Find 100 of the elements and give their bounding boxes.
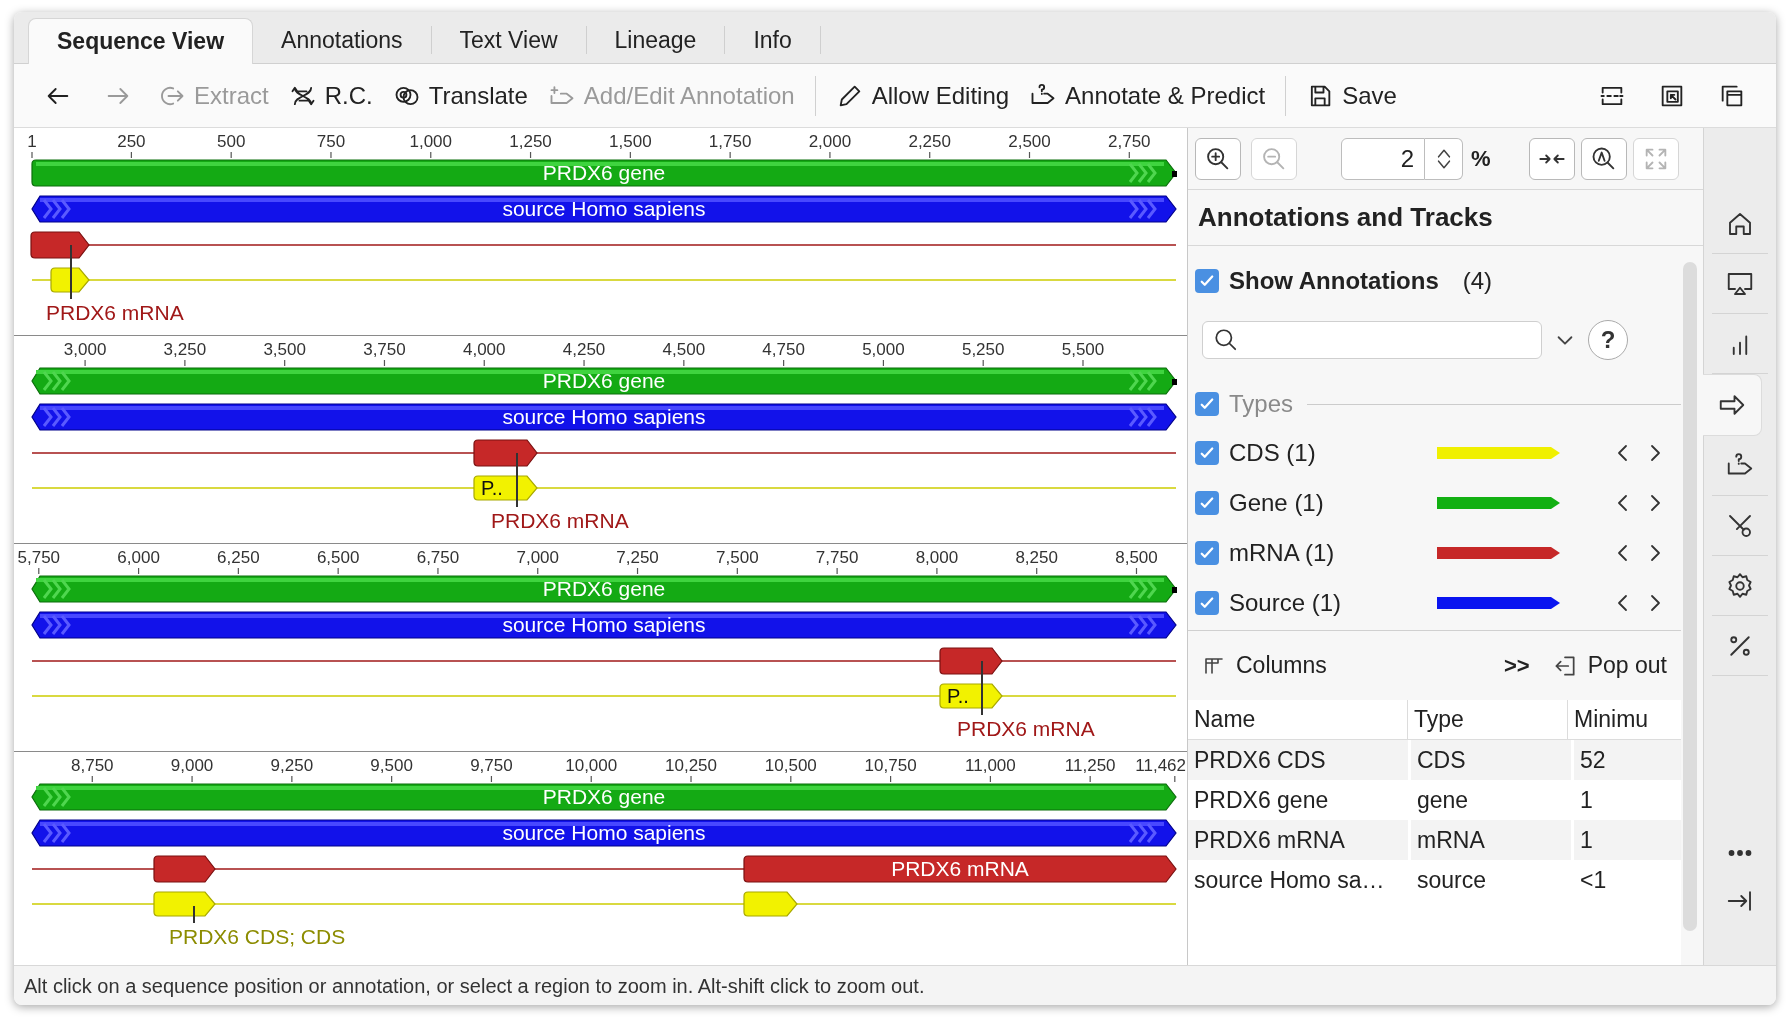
group-label: Types xyxy=(1229,389,1294,419)
checkbox[interactable] xyxy=(1195,541,1219,565)
checkbox[interactable] xyxy=(1195,392,1219,416)
ruler-tick-label: 1 xyxy=(27,132,37,151)
table-cell-text: PRDX6 gene xyxy=(1193,785,1330,815)
help-button[interactable]: ? xyxy=(1588,320,1628,360)
table-cell: PRDX6 CDS xyxy=(1188,740,1408,780)
ruler-tick-label: 8,500 xyxy=(1115,548,1158,567)
ruler-tick-label: 6,750 xyxy=(416,548,460,567)
arrow-right-button[interactable] xyxy=(1703,374,1762,436)
feature-label: source Homo sapiens xyxy=(502,613,706,636)
checkbox-label: Gene (1) xyxy=(1229,488,1325,518)
table-cell: 52 xyxy=(1574,740,1681,780)
mrna-feature-block[interactable] xyxy=(30,231,90,259)
ruler-tick-label: 3,750 xyxy=(363,340,406,359)
ruler-tick-label: 11,000 xyxy=(965,756,1016,775)
ruler-tick-label: 2,250 xyxy=(908,132,951,151)
checkbox[interactable] xyxy=(1195,441,1219,465)
ruler-tick-label: 10,500 xyxy=(764,756,817,775)
tab[interactable]: Lineage xyxy=(586,17,725,63)
percent-label: % xyxy=(1471,145,1491,173)
tab[interactable]: Text View xyxy=(431,17,586,63)
feature-label: PRDX6 gene xyxy=(542,577,666,600)
table-cell: 1 xyxy=(1574,820,1681,860)
ruler-tick-label: 500 xyxy=(217,132,246,151)
column-header[interactable]: Type xyxy=(1408,700,1568,739)
zoom-in-button[interactable] xyxy=(1195,137,1241,180)
more-button[interactable]: >> xyxy=(1504,649,1530,682)
predict-button[interactable]: Annotate & Predict xyxy=(1019,73,1276,118)
checkbox-label: CDS (1) xyxy=(1229,438,1317,468)
status-text: Alt click on a sequence position or annotation, or select a region to zoom in. Alt-shift click to zoom out. xyxy=(24,973,925,999)
column-header[interactable]: Name xyxy=(1188,700,1408,739)
source-feature-bar[interactable] xyxy=(31,195,1177,223)
ruler-tick-label: 10,250 xyxy=(665,756,717,775)
spinner-button[interactable] xyxy=(1425,137,1463,180)
zoom-selection-button[interactable] xyxy=(1580,137,1627,180)
cds-feature-block[interactable] xyxy=(939,683,1003,709)
ruler-tick-label: 7,000 xyxy=(516,548,559,567)
ruler-tick-label: 6,500 xyxy=(316,548,360,567)
gene-feature-bar[interactable] xyxy=(31,575,1177,603)
mrna-feature-block[interactable] xyxy=(743,855,1177,883)
tab[interactable]: Sequence View xyxy=(28,18,254,64)
rc-button[interactable]: R.C. xyxy=(278,73,383,118)
leader-line xyxy=(193,905,195,924)
tab[interactable]: Info xyxy=(725,17,820,63)
feature-label: source Homo sapiens xyxy=(502,197,706,220)
leader-line xyxy=(981,660,983,716)
callout-label: PRDX6 mRNA xyxy=(957,717,1095,740)
ruler-tick-label: 3,500 xyxy=(263,340,306,359)
table-cell-text: gene xyxy=(1416,785,1470,815)
zoom-level-field[interactable]: 2 xyxy=(1341,137,1425,180)
table-cell-text: <1 xyxy=(1579,865,1608,895)
collapse-button[interactable] xyxy=(1528,137,1575,180)
ruler-tick-label: 2,500 xyxy=(1008,132,1051,151)
search-field[interactable] xyxy=(1202,321,1542,359)
table-cell: PRDX6 mRNA xyxy=(1188,820,1408,860)
gene-feature-bar[interactable] xyxy=(31,159,1177,187)
source-feature-bar[interactable] xyxy=(31,819,1177,847)
cds-feature-block[interactable] xyxy=(473,475,538,501)
mrna-feature-block[interactable] xyxy=(473,439,538,467)
table-cell: CDS xyxy=(1411,740,1571,780)
source-feature-bar[interactable] xyxy=(31,611,1177,639)
cds-feature-block[interactable] xyxy=(50,267,90,293)
checkbox[interactable] xyxy=(1195,591,1219,615)
ruler-tick-label: 9,750 xyxy=(470,756,513,775)
pop-out-button[interactable]: Pop out xyxy=(1551,648,1667,683)
save-button[interactable]: Save xyxy=(1296,73,1407,118)
checkbox[interactable] xyxy=(1195,491,1219,515)
ruler-tick-label: 250 xyxy=(117,132,146,151)
ruler-tick-label: 8,000 xyxy=(915,548,959,567)
ruler-tick-label: 9,000 xyxy=(170,756,214,775)
translate-button[interactable]: Translate xyxy=(382,73,538,118)
ruler-tick-label: 750 xyxy=(316,132,346,151)
gene-feature-bar[interactable] xyxy=(31,783,1177,811)
feature-label: PRDX6 gene xyxy=(542,161,666,184)
ruler-tick-label: 6,000 xyxy=(117,548,160,567)
ruler-tick-label: 8,250 xyxy=(1015,548,1058,567)
mrna-feature-block[interactable] xyxy=(939,647,1003,675)
checkbox-label: Show Annotations xyxy=(1229,266,1439,296)
ruler-tick-label: 10,000 xyxy=(565,756,618,775)
column-header[interactable]: Minimu xyxy=(1568,700,1681,739)
leader-line xyxy=(516,452,518,508)
scrollbar[interactable] xyxy=(1683,262,1697,931)
ruler-tick-label: 9,500 xyxy=(370,756,413,775)
ruler-tick-label: 1,250 xyxy=(509,132,552,151)
gene-feature-bar[interactable] xyxy=(31,367,1177,395)
tab[interactable]: Annotations xyxy=(253,17,431,63)
edit-button[interactable]: Allow Editing xyxy=(825,73,1020,118)
feature-label: P.. xyxy=(481,477,503,499)
table-cell-text: 1 xyxy=(1579,785,1594,815)
checkbox[interactable] xyxy=(1195,269,1219,293)
search-icon xyxy=(1213,327,1239,353)
columns-button[interactable]: Columns xyxy=(1202,648,1327,683)
callout-label: PRDX6 CDS; CDS xyxy=(169,925,346,948)
ruler-tick-label: 10,750 xyxy=(864,756,917,775)
table-cell: mRNA xyxy=(1411,820,1571,860)
ruler-tick-label: 11,250 xyxy=(1064,756,1116,775)
source-feature-bar[interactable] xyxy=(31,403,1177,431)
more-icon xyxy=(1728,850,1752,856)
mrna-feature-block[interactable] xyxy=(153,855,216,883)
